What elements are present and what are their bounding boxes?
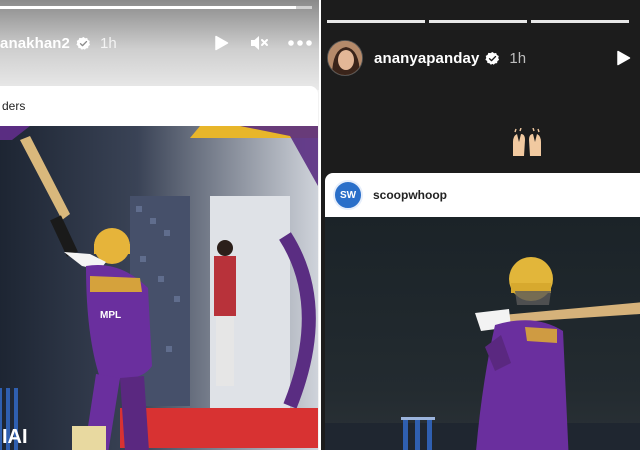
shared-post-card[interactable]: SW scoopwhoop — [325, 173, 640, 450]
right-story[interactable]: ananyapanday 1h SW scoopwhoop — [321, 0, 640, 450]
play-button[interactable] — [212, 30, 230, 56]
verified-icon — [76, 36, 91, 51]
left-story[interactable]: anakhan2 1h ders MPL IAI — [0, 0, 319, 450]
scoopwhoop-logo[interactable]: SW — [333, 180, 363, 210]
story-progress-bar — [0, 6, 312, 9]
shared-post-account[interactable]: scoopwhoop — [373, 188, 447, 202]
shared-post-card[interactable]: ders MPL IAI — [0, 86, 318, 450]
cricket-photo: MPL IAI — [0, 126, 318, 450]
mute-icon — [251, 36, 268, 50]
shared-post-source: ders — [2, 99, 26, 113]
play-icon — [617, 50, 631, 66]
mute-button[interactable] — [249, 30, 269, 56]
more-icon — [288, 40, 312, 46]
shared-post-header: ders — [0, 86, 318, 126]
raising-hands-emoji — [507, 127, 547, 158]
story-timestamp: 1h — [100, 34, 117, 52]
play-icon — [215, 35, 229, 51]
avatar[interactable] — [327, 40, 363, 76]
story-header: anakhan2 1h — [0, 30, 319, 56]
story-timestamp: 1h — [509, 49, 527, 67]
story-progress-segment — [327, 20, 425, 23]
svg-text:MPL: MPL — [100, 310, 121, 321]
story-progress-segment — [531, 20, 629, 23]
verified-icon — [485, 51, 500, 66]
photo-overlay-text: IAI — [2, 426, 28, 448]
story-username[interactable]: ananyapanday — [374, 50, 479, 67]
story-progress-fill — [0, 6, 297, 9]
story-progress-segment — [429, 20, 527, 23]
shared-post-header: SW scoopwhoop — [325, 173, 640, 217]
cricket-photo — [325, 217, 640, 450]
more-options-button[interactable] — [287, 30, 313, 56]
story-header: ananyapanday 1h — [327, 39, 640, 77]
story-progress-segments — [327, 20, 640, 23]
play-button[interactable] — [614, 45, 632, 71]
story-username[interactable]: anakhan2 — [0, 35, 70, 52]
